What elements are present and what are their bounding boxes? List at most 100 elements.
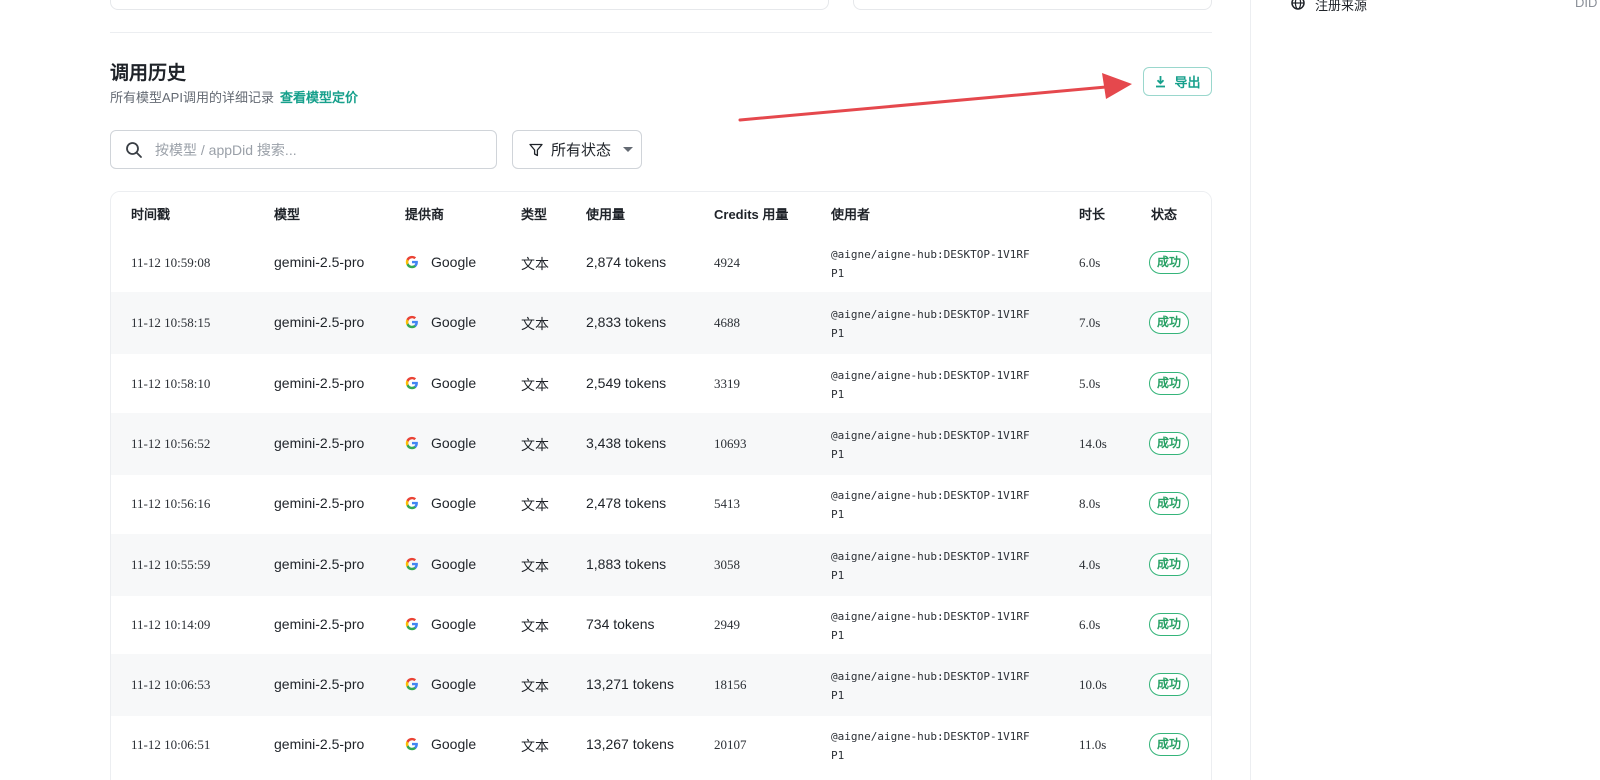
cell-provider: Google [405,736,476,752]
cell-usage: 3,438 tokens [586,434,667,451]
cell-duration: 11.0s [1079,737,1107,753]
page-title: 调用历史 [110,63,187,84]
description-text: 所有模型API调用的详细记录 [110,90,274,105]
cell-duration: 14.0s [1079,435,1107,451]
cell-duration: 8.0s [1079,496,1101,512]
export-button[interactable]: 导出 [1143,67,1212,96]
cell-usage: 2,833 tokens [586,314,667,331]
cell-user: @aigne/aigne-hub:DESKTOP-1V1RFP1 [831,489,1030,522]
cell-usage: 13,267 tokens [586,736,674,753]
cell-timestamp: 11-12 10:06:53 [131,677,211,693]
table-row: 11-12 10:14:09 gemini-2.5-pro Google 文本 734 … [111,594,1211,656]
cell-user: @aigne/aigne-hub:DESKTOP-1V1RFP1 [831,609,1030,642]
cell-credits: 5413 [714,496,740,512]
cell-provider: Google [405,254,476,270]
cell-model: gemini-2.5-pro [274,615,365,632]
status-filter-label: 所有状态 [551,142,612,159]
cell-user: @aigne/aigne-hub:DESKTOP-1V1RFP1 [831,549,1030,582]
cell-credits: 20107 [714,737,747,753]
cell-model: gemini-2.5-pro [274,495,365,512]
cell-provider: Google [405,495,476,511]
cell-credits: 4924 [714,255,740,270]
cell-model: gemini-2.5-pro [274,314,365,331]
status-badge: 成功 [1149,311,1190,335]
table-header: 时间戳 模型 提供商 类型 使用量 Credits 用量 使用者 时长 状态 [111,192,1211,232]
google-icon [405,497,418,510]
cell-type: 文本 [521,436,549,453]
search-field[interactable] [110,130,497,169]
cell-timestamp: 11-12 10:06:51 [131,737,211,753]
cell-duration: 6.0s [1079,616,1101,632]
summary-card-left [110,0,829,10]
cell-type: 文本 [521,617,549,634]
cell-user: @aigne/aigne-hub:DESKTOP-1V1RFP1 [831,428,1030,461]
google-icon [405,617,418,630]
cell-provider: Google [405,616,476,632]
google-icon [405,316,418,329]
cell-model: gemini-2.5-pro [274,254,365,270]
cell-timestamp: 11-12 10:14:09 [131,616,211,632]
table-row: 11-12 10:06:53 gemini-2.5-pro Google 文本 13,2… [111,654,1211,717]
cell-user: @aigne/aigne-hub:DESKTOP-1V1RFP1 [831,730,1030,763]
status-badge: 成功 [1149,431,1190,455]
provider-name: Google [431,676,477,693]
provider-name: Google [431,374,477,391]
search-input[interactable] [155,141,485,158]
provider-name: Google [431,615,477,632]
cell-type: 文本 [521,497,549,514]
provider-name: Google [431,314,477,331]
cell-type: 文本 [521,316,549,333]
status-badge: 成功 [1149,612,1190,636]
status-filter-select[interactable]: 所有状态 [512,130,642,169]
table-row: 11-12 10:59:08 gemini-2.5-pro Google 文本 2,87… [111,232,1211,294]
right-sidebar: 注册来源 DID Wallet [1250,0,1600,780]
status-badge: 成功 [1149,492,1190,516]
view-pricing-link[interactable]: 查看模型定价 [280,90,358,105]
cell-provider: Google [405,676,476,692]
cell-timestamp: 11-12 10:59:08 [131,255,211,270]
provider-name: Google [431,495,477,512]
cell-model: gemini-2.5-pro [274,555,365,572]
cell-credits: 2949 [714,616,740,632]
cell-type: 文本 [521,376,549,393]
export-label: 导出 [1174,75,1201,90]
google-icon [405,677,418,691]
column-header-timestamp: 时间戳 [131,207,171,222]
cell-usage: 2,549 tokens [586,374,667,391]
cell-credits: 3058 [714,556,740,572]
cell-provider: Google [405,556,476,572]
chevron-down-icon [623,147,634,152]
cell-duration: 6.0s [1079,255,1101,270]
cell-usage: 13,271 tokens [586,676,674,693]
column-header-user: 使用者 [831,207,871,222]
provider-name: Google [431,254,477,270]
column-header-status: 状态 [1151,207,1178,222]
status-badge: 成功 [1149,552,1190,576]
column-header-duration: 时长 [1079,207,1106,222]
status-badge: 成功 [1149,673,1190,697]
cell-duration: 5.0s [1079,375,1101,391]
section-description: 所有模型API调用的详细记录 查看模型定价 [110,87,358,106]
column-header-provider: 提供商 [405,207,445,222]
cell-credits: 18156 [714,677,747,693]
cell-usage: 2,874 tokens [586,254,667,270]
status-badge: 成功 [1149,251,1190,274]
cell-usage: 2,478 tokens [586,495,667,512]
cell-duration: 7.0s [1079,315,1101,331]
registration-source-value: DID Wallet [1575,0,1600,10]
cell-duration: 10.0s [1079,677,1107,693]
cell-provider: Google [405,435,476,451]
provider-name: Google [431,555,477,572]
cell-user: @aigne/aigne-hub:DESKTOP-1V1RFP1 [831,248,1030,280]
cell-provider: Google [405,314,476,330]
cell-type: 文本 [521,557,549,574]
cell-duration: 4.0s [1079,556,1101,572]
cell-model: gemini-2.5-pro [274,676,365,693]
status-badge: 成功 [1149,371,1190,395]
search-icon [126,141,142,158]
google-icon [405,436,418,450]
table-row: 11-12 10:56:16 gemini-2.5-pro Google 文本 2,47… [111,473,1211,535]
cell-credits: 3319 [714,375,740,391]
google-icon [405,738,418,751]
cell-timestamp: 11-12 10:56:52 [131,435,211,451]
